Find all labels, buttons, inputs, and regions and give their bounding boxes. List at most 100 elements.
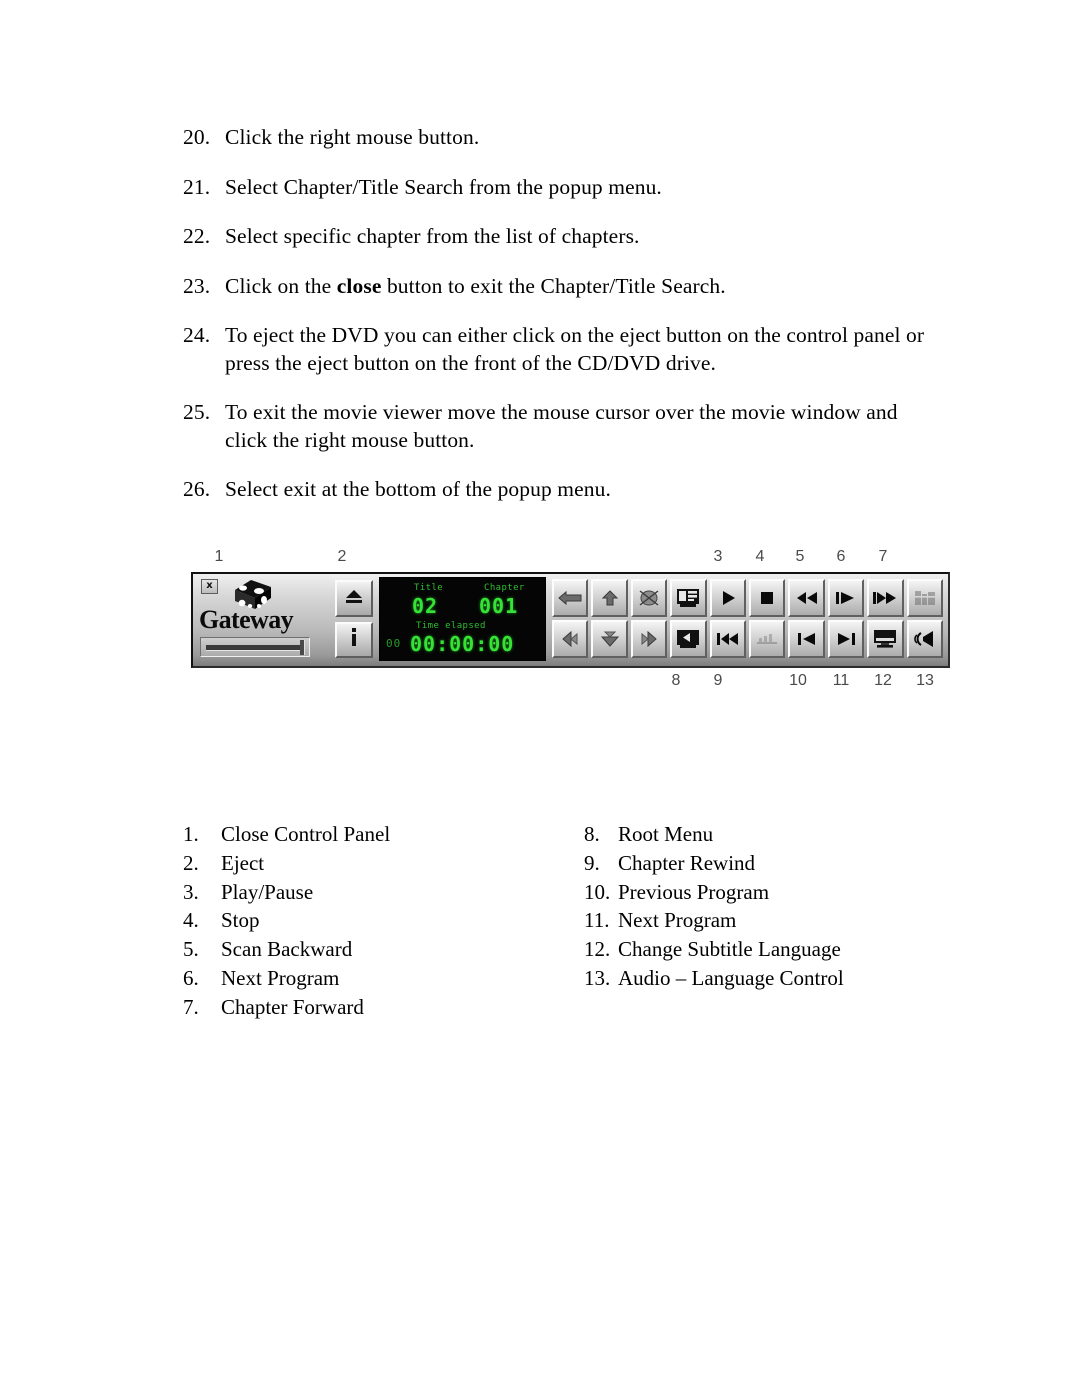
step-text: Select exit at the bottom of the popup m… bbox=[225, 477, 611, 502]
step-text: To eject the DVD you can either click on… bbox=[225, 323, 925, 375]
side-button-column bbox=[335, 577, 375, 661]
root-menu-button[interactable] bbox=[670, 620, 707, 658]
instruction-step: 26. Select exit at the bottom of the popu… bbox=[183, 476, 943, 504]
legend-label: Eject bbox=[221, 850, 265, 875]
legend-number: 11. bbox=[584, 908, 610, 933]
legend-number: 5. bbox=[183, 937, 199, 962]
legend-number: 3. bbox=[183, 879, 199, 904]
previous-program-button[interactable] bbox=[788, 620, 825, 658]
slider-setting-button[interactable] bbox=[749, 620, 786, 658]
legend-number: 8. bbox=[584, 822, 600, 846]
legend-item: 6. Next Program bbox=[183, 966, 542, 991]
stop-icon bbox=[758, 589, 776, 607]
root-menu-icon bbox=[676, 629, 700, 649]
legend-label: Next Program bbox=[221, 965, 340, 990]
play-pause-button[interactable] bbox=[709, 579, 746, 617]
arrow-up-icon bbox=[600, 589, 620, 607]
chapter-rewind-button[interactable] bbox=[709, 620, 746, 658]
nav-down-button[interactable] bbox=[591, 620, 628, 658]
callout-number: 1 bbox=[214, 548, 224, 565]
nav-up-button[interactable] bbox=[591, 579, 628, 617]
dvd-control-panel: x Gateway Title Chapter 02 001 Time elap… bbox=[191, 572, 950, 668]
legend-label: Audio – Language Control bbox=[618, 965, 844, 990]
lcd-chapter-label: Chapter bbox=[484, 583, 525, 593]
chapter-forward-button[interactable] bbox=[867, 579, 904, 617]
legend-number: 13. bbox=[584, 965, 611, 990]
lcd-chapter-value: 001 bbox=[479, 594, 519, 618]
callout-number: 4 bbox=[755, 548, 765, 565]
nav-left-diamond-button[interactable] bbox=[552, 620, 589, 658]
transport-button-grid bbox=[552, 577, 944, 661]
eject-button[interactable] bbox=[335, 580, 373, 617]
arrow-left-icon bbox=[557, 590, 583, 606]
diamond-left-icon bbox=[559, 630, 581, 648]
info-button[interactable] bbox=[335, 621, 373, 658]
diamond-down-icon bbox=[599, 630, 621, 648]
legend-label: Chapter Rewind bbox=[618, 850, 756, 875]
scan-backward-button[interactable] bbox=[788, 579, 825, 617]
legend-number: 7. bbox=[183, 994, 199, 1019]
diamond-right-icon bbox=[638, 630, 660, 648]
next-program-bottom-button[interactable] bbox=[827, 620, 865, 658]
legend-item: 8. Root Menu bbox=[584, 822, 943, 847]
skip-next-icon bbox=[835, 631, 857, 647]
legend-label: Change Subtitle Language bbox=[618, 937, 841, 962]
stop-button[interactable] bbox=[749, 579, 786, 617]
step-number: 21. bbox=[183, 174, 211, 199]
slider-thumb[interactable] bbox=[300, 640, 305, 655]
monitor-subtitle-icon bbox=[873, 629, 897, 649]
change-subtitle-language-button[interactable] bbox=[867, 620, 904, 658]
instruction-step: 21. Select Chapter/Title Search from the … bbox=[183, 174, 943, 202]
legend-label: Play/Pause bbox=[221, 879, 314, 904]
lcd-title-value: 02 bbox=[412, 594, 439, 618]
callout-number: 11 bbox=[832, 672, 850, 689]
next-program-button[interactable] bbox=[827, 579, 865, 617]
info-icon bbox=[349, 627, 359, 652]
callout-number: 2 bbox=[337, 548, 347, 565]
legend-item: 11. Next Program bbox=[584, 908, 943, 933]
title-menu-button[interactable] bbox=[670, 579, 707, 617]
legend-item: 9. Chapter Rewind bbox=[584, 851, 943, 876]
legend-number: 2. bbox=[183, 850, 199, 875]
eject-icon bbox=[344, 587, 364, 610]
legend-number: 4. bbox=[183, 908, 199, 933]
close-control-panel-button[interactable]: x bbox=[201, 579, 218, 594]
step-number: 23. bbox=[183, 273, 211, 298]
title-menu-icon bbox=[676, 588, 700, 608]
rewind-icon bbox=[795, 590, 819, 606]
lcd-time-label: Time elapsed bbox=[416, 621, 486, 631]
lcd-time-value: 00:00:00 bbox=[410, 632, 515, 656]
legend-item: 5. Scan Backward bbox=[183, 937, 542, 962]
instruction-step: 20. Click the right mouse button. bbox=[183, 124, 943, 152]
gateway-wordmark: Gateway bbox=[199, 605, 294, 634]
callout-number: 5 bbox=[795, 548, 805, 565]
step-text: Select specific chapter from the list of… bbox=[225, 224, 640, 249]
audio-language-button[interactable] bbox=[906, 620, 943, 658]
speaker-icon bbox=[913, 629, 937, 649]
skip-previous-icon bbox=[796, 631, 818, 647]
play-icon bbox=[719, 589, 737, 607]
callout-number: 9 bbox=[713, 672, 723, 689]
legend-item: 10. Previous Program bbox=[584, 880, 943, 905]
step-number: 24. bbox=[183, 323, 211, 348]
chapter-list-button[interactable] bbox=[906, 579, 943, 617]
step-text: To exit the movie viewer move the mouse … bbox=[225, 400, 898, 452]
callout-number: 3 bbox=[713, 548, 723, 565]
legend-item: 13. Audio – Language Control bbox=[584, 966, 943, 991]
callout-number: 13 bbox=[916, 672, 934, 689]
nav-left-button[interactable] bbox=[552, 579, 589, 617]
brand-slider[interactable] bbox=[200, 637, 310, 657]
legend-label: Close Control Panel bbox=[221, 822, 391, 846]
nav-right-button[interactable] bbox=[630, 620, 668, 658]
instruction-step: 25. To exit the movie viewer move the mou… bbox=[183, 399, 943, 454]
legend-item: 3. Play/Pause bbox=[183, 880, 542, 905]
instruction-step: 24. To eject the DVD you can either click… bbox=[183, 322, 943, 377]
legend-label: Previous Program bbox=[618, 879, 770, 904]
instruction-step-list: 20. Click the right mouse button. 21. Selec… bbox=[183, 124, 943, 526]
emphasized-word: close bbox=[336, 273, 382, 298]
legend-item: 4. Stop bbox=[183, 908, 542, 933]
brand-area: x Gateway bbox=[197, 577, 335, 661]
lcd-status-value: 00 bbox=[386, 637, 402, 650]
lcd-title-label: Title bbox=[414, 583, 444, 593]
enter-select-button[interactable] bbox=[630, 579, 668, 617]
